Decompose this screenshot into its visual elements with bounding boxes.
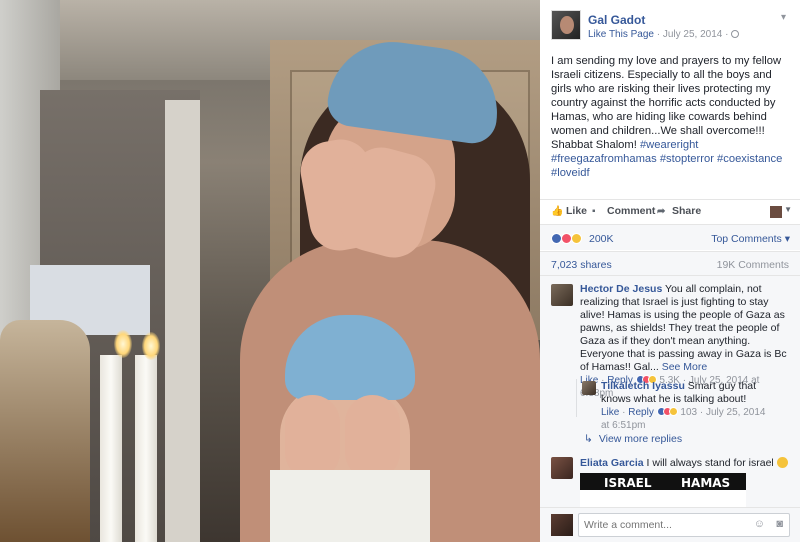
comment-input-box[interactable]: ☺ ◙	[578, 513, 790, 537]
top-comments-dropdown[interactable]: Top Comments ▾	[711, 233, 790, 245]
post-body: I am sending my love and prayers to my f…	[551, 55, 782, 151]
commenter-avatar[interactable]	[551, 457, 573, 479]
comment-input[interactable]	[579, 514, 739, 536]
top-comments-label: Top Comments	[711, 233, 782, 245]
globe-icon	[731, 30, 740, 38]
like-label: Like	[566, 205, 588, 217]
photo-candle	[135, 355, 157, 542]
shares-count[interactable]: 7,023 shares	[551, 259, 612, 271]
comment-image[interactable]: ISRAEL HAMAS	[580, 473, 746, 507]
share-label: Share	[672, 205, 702, 217]
reply-meta: Like · Reply 103 · July 25, 2014 at 6:51…	[601, 407, 766, 431]
emoji-icon[interactable]: ☺	[754, 518, 765, 530]
photo-candle-flame	[142, 332, 160, 360]
photo-child-shirt	[270, 470, 430, 542]
post-date[interactable]: July 25, 2014 ·	[663, 29, 731, 40]
chevron-down-icon[interactable]: ▾	[781, 12, 786, 23]
current-user-avatar	[551, 514, 573, 536]
share-icon: ➦	[657, 206, 666, 217]
reply-thread-line	[576, 379, 577, 417]
comment-button[interactable]: ▪ Comment	[592, 205, 655, 217]
smiley-emoji-icon	[776, 457, 788, 468]
reply-like-link[interactable]: Like	[601, 407, 619, 418]
view-more-replies-link[interactable]: ↳ View more replies	[584, 433, 682, 445]
angry-reaction-icon	[668, 407, 678, 416]
photo-child-hand	[285, 395, 340, 480]
image-strip	[580, 490, 746, 507]
replier-name[interactable]: Tilkaletch Iyassu	[601, 380, 685, 392]
reply-item: Tilkaletch Iyassu Smart guy that knows w…	[601, 380, 771, 432]
caret-down-icon[interactable]: ▼	[784, 205, 792, 214]
like-page-link[interactable]: Like This Page	[588, 29, 654, 40]
post-photo[interactable]	[0, 0, 540, 542]
share-button[interactable]: ➦ Share	[657, 205, 701, 217]
post-text: I am sending my love and prayers to my f…	[540, 50, 800, 198]
identity-picker-avatar[interactable]	[770, 206, 782, 218]
post-subline: Like This Page · July 25, 2014 ·	[588, 29, 740, 40]
photo-doorframe	[165, 100, 200, 542]
reaction-count[interactable]: 200K	[589, 233, 614, 245]
comment-text: You all complain, not realizing that Isr…	[580, 283, 787, 373]
thumbs-up-icon: 👍	[551, 206, 564, 217]
commenter-avatar[interactable]	[551, 284, 573, 306]
commenter-name[interactable]: Hector De Jesus	[580, 283, 662, 295]
photo-basket	[0, 320, 90, 542]
photo-candle-flame	[114, 330, 132, 358]
photo-candle	[100, 355, 122, 542]
camera-icon[interactable]: ◙	[776, 518, 783, 530]
view-more-replies-label: View more replies	[598, 433, 683, 445]
reactions-bar: 200K Top Comments ▾	[540, 224, 800, 250]
comments-list[interactable]: Hector De Jesus You all complain, not re…	[540, 275, 800, 507]
page-avatar[interactable]	[551, 10, 581, 40]
action-bar: 👍 Like ▪ Comment ➦ Share ▼	[540, 199, 800, 223]
image-label-israel: ISRAEL	[604, 476, 652, 490]
comment-icon: ▪	[592, 206, 596, 217]
angry-reaction-icon[interactable]	[571, 233, 582, 244]
comment-label: Comment	[607, 205, 656, 217]
comment-text: I will always stand for israel	[643, 457, 777, 469]
post-panel: Gal Gadot Like This Page · July 25, 2014…	[540, 0, 800, 542]
stats-bar: 7,023 shares 19K Comments	[540, 251, 800, 275]
reply-reaction-count[interactable]: 103	[680, 407, 697, 418]
reply-reply-link[interactable]: Reply	[628, 407, 654, 418]
post-header: Gal Gadot Like This Page · July 25, 2014…	[540, 0, 800, 50]
page-name[interactable]: Gal Gadot	[588, 13, 645, 27]
subline-separator: ·	[653, 29, 663, 40]
comments-count[interactable]: 19K Comments	[717, 259, 789, 271]
like-button[interactable]: 👍 Like	[551, 205, 587, 217]
comment-item: Eliata Garcia I will always stand for is…	[580, 457, 792, 470]
comment-composer: ☺ ◙	[540, 507, 800, 542]
commenter-name[interactable]: Eliata Garcia	[580, 457, 644, 469]
image-label-hamas: HAMAS	[681, 476, 731, 490]
photo-child-hand	[345, 395, 400, 480]
see-more-link[interactable]: See More	[659, 361, 708, 373]
replier-avatar[interactable]	[582, 381, 596, 395]
reply-arrow-icon: ↳	[584, 433, 593, 445]
